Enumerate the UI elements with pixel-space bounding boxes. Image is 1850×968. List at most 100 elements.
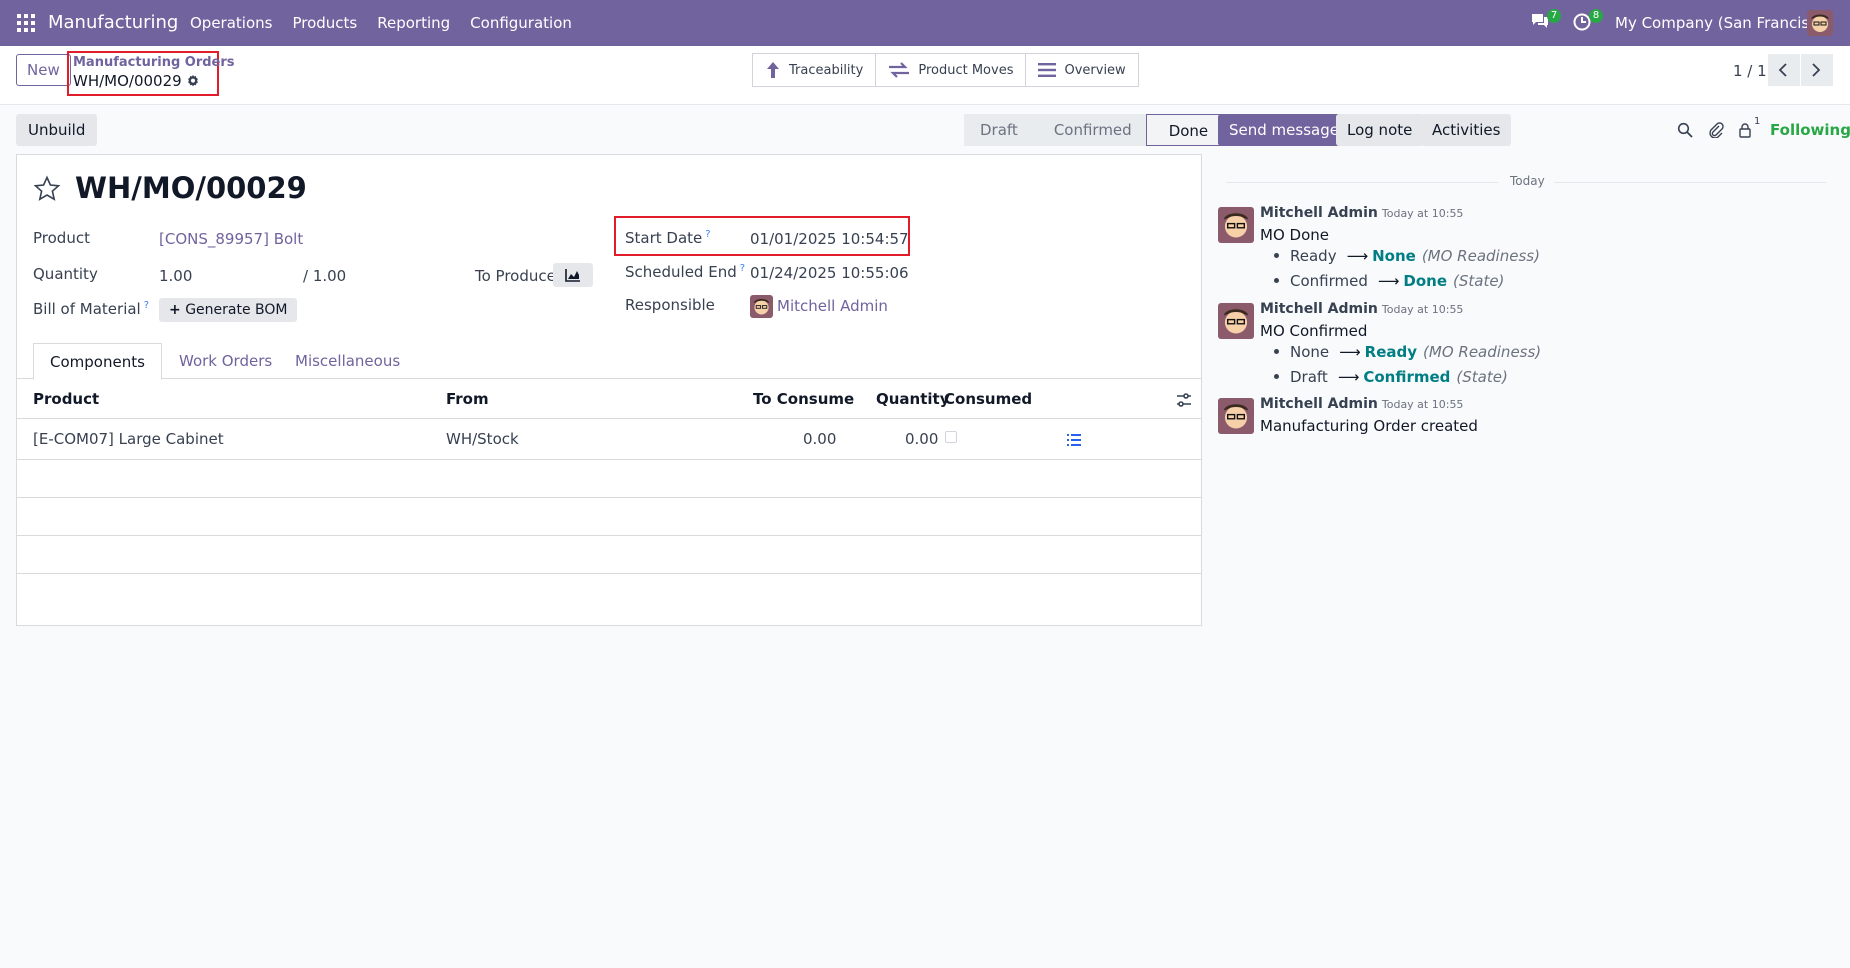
col-from[interactable]: From <box>446 390 489 408</box>
stage-confirmed[interactable]: Confirmed <box>1031 114 1146 146</box>
day-separator: Today <box>1226 174 1826 190</box>
row-from[interactable]: WH/Stock <box>446 430 519 448</box>
row-consumed-checkbox[interactable] <box>945 431 957 443</box>
tab-components[interactable]: Components <box>33 343 162 380</box>
quantity-label: Quantity <box>33 265 98 283</box>
notebook-tabs: Components Work Orders Miscellaneous <box>17 343 1201 380</box>
col-quantity[interactable]: Quantity <box>876 390 950 408</box>
tracking-line: None ⟶ Ready (MO Readiness) <box>1274 343 1541 361</box>
row-quantity[interactable]: 0.00 <box>905 430 938 448</box>
detailed-operations-icon[interactable] <box>1066 432 1082 448</box>
list-bars-icon <box>1038 63 1057 77</box>
pager-next-button[interactable] <box>1801 54 1833 86</box>
arrow-right-icon: ⟶ <box>1337 368 1360 386</box>
unbuild-button[interactable]: Unbuild <box>16 114 98 146</box>
tab-work-orders[interactable]: Work Orders <box>163 343 288 380</box>
gear-icon[interactable] <box>186 74 200 88</box>
column-settings-icon[interactable] <box>1176 392 1192 408</box>
avatar[interactable] <box>1218 303 1254 339</box>
scheduled-end-help-icon[interactable]: ? <box>740 263 745 274</box>
message-author[interactable]: Mitchell Admin Today at 10:55 <box>1260 396 1463 412</box>
quantity-field[interactable]: 1.00 <box>159 267 192 285</box>
product-moves-button[interactable]: Product Moves <box>876 54 1027 86</box>
empty-row <box>17 574 1201 626</box>
message-author[interactable]: Mitchell Admin Today at 10:55 <box>1260 205 1463 221</box>
table-row[interactable]: [E-COM07] Large Cabinet WH/Stock 0.00 0.… <box>17 419 1201 460</box>
star-icon[interactable] <box>33 175 61 203</box>
send-message-button[interactable]: Send message <box>1218 114 1350 146</box>
breadcrumb-current-label: WH/MO/00029 <box>73 72 182 90</box>
form-sheet: WH/MO/00029 Product [CONS_89957] Bolt Qu… <box>16 154 1202 626</box>
col-product[interactable]: Product <box>33 390 99 408</box>
activities-button[interactable]: Activities <box>1421 114 1512 146</box>
pager-previous-button[interactable] <box>1768 54 1800 86</box>
tab-miscellaneous[interactable]: Miscellaneous <box>279 343 416 380</box>
avatar <box>750 295 773 318</box>
traceability-button[interactable]: Traceability <box>753 54 877 86</box>
paperclip-icon[interactable] <box>1708 122 1724 138</box>
stage-draft[interactable]: Draft <box>964 114 1032 146</box>
product-label: Product <box>33 229 90 247</box>
empty-row <box>17 460 1201 498</box>
status-bar: Draft Confirmed Done <box>964 114 1225 146</box>
tracking-new: None <box>1372 247 1416 265</box>
tracking-field: (MO Readiness) <box>1421 247 1540 265</box>
empty-row <box>17 498 1201 536</box>
message-author-name: Mitchell Admin <box>1260 396 1378 412</box>
menu-configuration[interactable]: Configuration <box>460 0 582 46</box>
tracking-field: (MO Readiness) <box>1423 343 1542 361</box>
avatar[interactable] <box>1218 398 1254 434</box>
company-switcher[interactable]: My Company (San Francisco) <box>1615 14 1832 32</box>
area-chart-icon <box>565 269 580 282</box>
components-table-header: Product From To Consume Quantity Consume… <box>17 379 1201 419</box>
product-field[interactable]: [CONS_89957] Bolt <box>159 230 303 248</box>
scheduled-end-field[interactable]: 01/24/2025 10:55:06 <box>750 264 909 282</box>
message-author-name: Mitchell Admin <box>1260 301 1378 317</box>
generate-bom-button[interactable]: + Generate BOM <box>159 298 298 322</box>
col-consumed[interactable]: Consumed <box>944 390 1032 408</box>
row-product[interactable]: [E-COM07] Large Cabinet <box>33 430 224 448</box>
tracking-new: Confirmed <box>1363 368 1451 386</box>
discuss-icon[interactable]: 7 <box>1530 9 1561 34</box>
col-to-consume[interactable]: To Consume <box>753 390 854 408</box>
record-title: WH/MO/00029 <box>75 171 307 205</box>
message-time: Today at 10:55 <box>1381 398 1464 411</box>
to-produce-label: To Produce <box>475 267 556 285</box>
message-time: Today at 10:55 <box>1381 207 1464 220</box>
menu-products[interactable]: Products <box>282 0 367 46</box>
avatar[interactable] <box>1218 207 1254 243</box>
arrow-right-icon: ⟶ <box>1377 272 1400 290</box>
log-note-button[interactable]: Log note <box>1336 114 1424 146</box>
chevron-left-icon <box>1778 63 1787 77</box>
start-date-label: Start Date? <box>625 229 711 247</box>
tracking-line: Ready ⟶ None (MO Readiness) <box>1274 247 1540 265</box>
forecast-chart-button[interactable] <box>553 263 593 287</box>
stage-done[interactable]: Done <box>1145 114 1225 146</box>
search-icon[interactable] <box>1677 122 1693 138</box>
control-panel: New Manufacturing Orders WH/MO/00029 Tra… <box>0 46 1850 105</box>
tracking-field: (State) <box>1453 272 1505 290</box>
main-menu: Operations Products Reporting Configurat… <box>180 0 582 46</box>
pager-value[interactable]: 1 / 1 <box>1733 62 1767 80</box>
menu-operations[interactable]: Operations <box>180 0 282 46</box>
message-author-name: Mitchell Admin <box>1260 205 1378 221</box>
overview-button[interactable]: Overview <box>1026 54 1137 86</box>
activity-clock-icon[interactable]: 8 <box>1572 9 1603 34</box>
responsible-field[interactable]: Mitchell Admin <box>777 297 888 315</box>
app-brand[interactable]: Manufacturing <box>48 12 178 33</box>
empty-row <box>17 536 1201 574</box>
message-body: MO Confirmed <box>1260 322 1368 340</box>
new-button[interactable]: New <box>16 54 71 86</box>
row-to-consume[interactable]: 0.00 <box>803 430 836 448</box>
menu-reporting[interactable]: Reporting <box>367 0 460 46</box>
tracking-line: Draft ⟶ Confirmed (State) <box>1274 368 1508 386</box>
apps-menu-icon[interactable] <box>17 14 35 32</box>
breadcrumb-parent-link[interactable]: Manufacturing Orders <box>73 55 235 70</box>
start-date-help-icon[interactable]: ? <box>705 229 710 240</box>
follower-lock-icon[interactable] <box>1737 122 1753 138</box>
bom-help-icon[interactable]: ? <box>144 300 149 311</box>
start-date-field[interactable]: 01/01/2025 10:54:57 <box>750 230 909 248</box>
user-avatar[interactable] <box>1807 10 1833 36</box>
following-button[interactable]: Following <box>1770 121 1850 139</box>
message-author[interactable]: Mitchell Admin Today at 10:55 <box>1260 301 1463 317</box>
